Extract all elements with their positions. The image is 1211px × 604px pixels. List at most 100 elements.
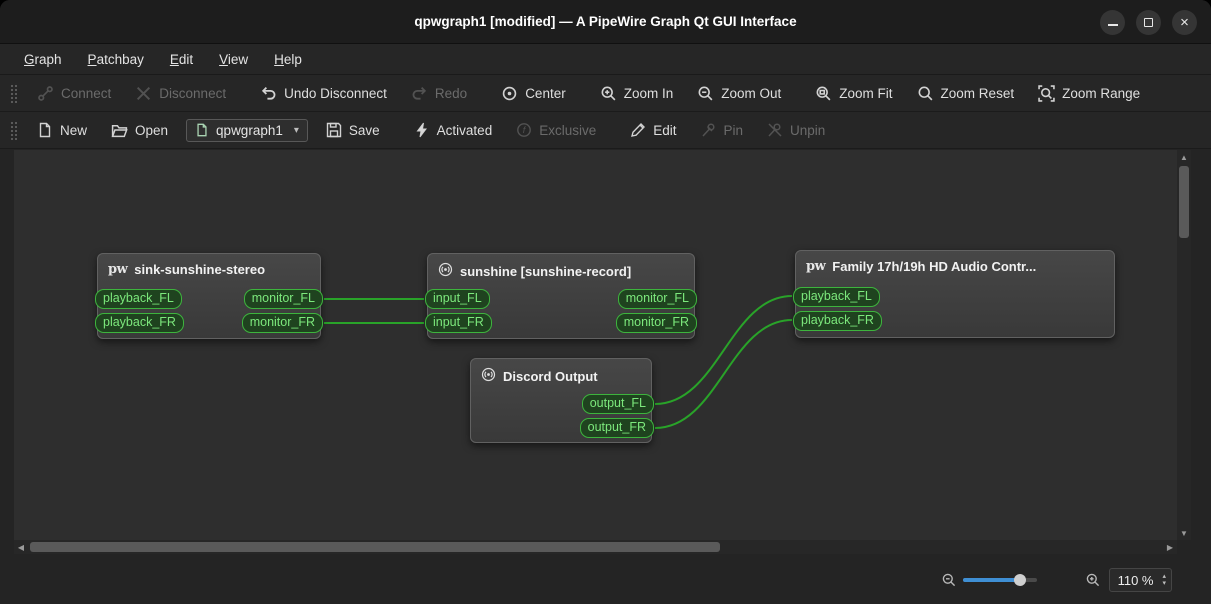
new-file-icon	[37, 122, 53, 138]
scroll-down-button[interactable]: ▼	[1177, 526, 1191, 540]
patchbay-file-icon	[195, 123, 209, 137]
node-sunshine-record[interactable]: sunshine [sunshine-record] input_FL inpu…	[425, 253, 697, 339]
unpin-button[interactable]: Unpin	[761, 117, 831, 143]
toolbar-drag-handle[interactable]	[10, 120, 17, 140]
menubar: Graph Patchbay Edit View Help	[0, 44, 1211, 75]
node-title: Discord Output	[503, 368, 598, 384]
port-input-fr[interactable]: input_FR	[425, 313, 492, 333]
minimize-button[interactable]	[1100, 9, 1125, 35]
scroll-up-button[interactable]: ▲	[1177, 150, 1191, 164]
zoom-fit-button[interactable]: Zoom Fit	[809, 80, 898, 107]
pipewire-icon: pw	[108, 262, 128, 277]
disconnect-icon	[135, 85, 152, 102]
pin-button[interactable]: Pin	[695, 117, 750, 143]
zoom-out-button[interactable]: Zoom Out	[691, 80, 787, 107]
connect-button[interactable]: Connect	[31, 80, 117, 107]
port-monitor-fl[interactable]: monitor_FL	[243, 289, 323, 309]
chevron-down-icon: ▾	[293, 124, 299, 136]
port-playback-fr[interactable]: playback_FR	[793, 311, 882, 331]
port-output-fl[interactable]: output_FL	[581, 394, 654, 414]
node-header[interactable]: sunshine [sunshine-record]	[428, 254, 694, 284]
vertical-scrollbar[interactable]: ▲ ▼	[1177, 150, 1191, 540]
window-controls: ×	[1100, 0, 1197, 44]
edit-button[interactable]: Edit	[624, 117, 682, 143]
menu-view[interactable]: View	[209, 48, 258, 71]
node-family-hd-audio-controller[interactable]: pw Family 17h/19h HD Audio Contr... play…	[793, 250, 1115, 338]
redo-button[interactable]: Redo	[405, 80, 473, 107]
titlebar[interactable]: qpwgraph1 [modified] — A PipeWire Graph …	[0, 0, 1211, 44]
patchbay-combobox[interactable]: qpwgraph1 ▾	[186, 118, 308, 142]
node-header[interactable]: pw sink-sunshine-stereo	[98, 254, 320, 281]
port-input-fl[interactable]: input_FL	[425, 289, 490, 309]
zoom-reset-icon	[917, 85, 934, 102]
save-icon	[326, 122, 342, 138]
exclusive-button[interactable]: f Exclusive	[510, 117, 602, 143]
new-button[interactable]: New	[31, 117, 93, 143]
zoom-reset-button[interactable]: Zoom Reset	[911, 80, 1021, 107]
close-icon: ×	[1180, 13, 1189, 31]
zoom-spinbox[interactable]: 110 % ▴ ▾	[1108, 568, 1172, 592]
zoom-slider[interactable]	[962, 572, 1037, 588]
menu-help[interactable]: Help	[264, 48, 312, 71]
zoom-slider-fill	[962, 578, 1019, 582]
connect-icon	[37, 85, 54, 102]
port-monitor-fl[interactable]: monitor_FL	[617, 289, 697, 309]
activated-button[interactable]: Activated	[408, 117, 499, 143]
menu-patchbay[interactable]: Patchbay	[78, 48, 154, 71]
node-discord-output[interactable]: Discord Output output_FL output_FR	[470, 358, 654, 443]
horizontal-scroll-thumb[interactable]	[30, 542, 720, 552]
undo-disconnect-button[interactable]: Undo Disconnect	[254, 80, 393, 107]
statusbar: 110 % ▴ ▾	[0, 556, 1211, 604]
node-sink-sunshine-stereo[interactable]: pw sink-sunshine-stereo playback_FL play…	[95, 253, 323, 339]
stream-icon	[438, 262, 453, 280]
node-title: Family 17h/19h HD Audio Contr...	[832, 259, 1037, 274]
open-button[interactable]: Open	[105, 117, 174, 144]
disconnect-button[interactable]: Disconnect	[129, 80, 232, 107]
zoom-out-small-icon	[941, 572, 957, 588]
window-title: qpwgraph1 [modified] — A PipeWire Graph …	[414, 14, 797, 29]
edit-pencil-icon	[630, 122, 646, 138]
port-monitor-fr[interactable]: monitor_FR	[615, 313, 697, 333]
vertical-scroll-thumb[interactable]	[1179, 166, 1189, 238]
zoom-slider-handle[interactable]	[1013, 574, 1026, 586]
node-title: sunshine [sunshine-record]	[460, 263, 632, 279]
pipewire-icon: pw	[806, 259, 826, 274]
zoom-value: 110 %	[1117, 572, 1154, 588]
horizontal-scrollbar[interactable]: ◀ ▶	[14, 540, 1177, 554]
toolbar-drag-handle[interactable]	[10, 83, 17, 103]
port-monitor-fr[interactable]: monitor_FR	[241, 313, 323, 333]
zoom-out-icon	[697, 85, 714, 102]
zoom-range-icon	[1038, 84, 1055, 102]
center-button[interactable]: Center	[495, 80, 572, 107]
menu-edit[interactable]: Edit	[160, 48, 203, 71]
maximize-icon	[1144, 17, 1153, 27]
minimize-icon	[1107, 24, 1118, 26]
exclusive-icon: f	[516, 122, 532, 138]
node-title: sink-sunshine-stereo	[134, 262, 266, 277]
undo-icon	[260, 85, 277, 102]
graph-canvas[interactable]: pw sink-sunshine-stereo playback_FL play…	[14, 150, 1177, 540]
unpin-icon	[767, 122, 783, 138]
pin-icon	[701, 122, 717, 138]
redo-icon	[411, 85, 428, 102]
patchbay-toolbar: New Open qpwgraph1 ▾ Save Activated f Ex…	[0, 112, 1211, 149]
stream-icon	[481, 367, 496, 385]
svg-text:f: f	[523, 125, 527, 135]
zoom-range-button[interactable]: Zoom Range	[1032, 80, 1146, 107]
app-window: qpwgraph1 [modified] — A PipeWire Graph …	[0, 0, 1211, 604]
zoom-in-button[interactable]: Zoom In	[594, 80, 680, 107]
maximize-button[interactable]	[1136, 9, 1161, 35]
scroll-right-button[interactable]: ▶	[1163, 540, 1177, 554]
zoom-spin-up-button[interactable]: ▴	[1162, 573, 1166, 580]
close-button[interactable]: ×	[1172, 9, 1197, 35]
node-header[interactable]: Discord Output	[471, 359, 651, 389]
zoom-spin-down-button[interactable]: ▾	[1162, 580, 1166, 587]
menu-graph[interactable]: Graph	[14, 48, 72, 71]
port-playback-fl[interactable]: playback_FL	[95, 289, 182, 309]
port-playback-fr[interactable]: playback_FR	[95, 313, 184, 333]
scroll-left-button[interactable]: ◀	[14, 540, 28, 554]
port-playback-fl[interactable]: playback_FL	[793, 287, 880, 307]
save-button[interactable]: Save	[320, 117, 386, 143]
node-header[interactable]: pw Family 17h/19h HD Audio Contr...	[796, 251, 1114, 278]
port-output-fr[interactable]: output_FR	[579, 418, 654, 438]
